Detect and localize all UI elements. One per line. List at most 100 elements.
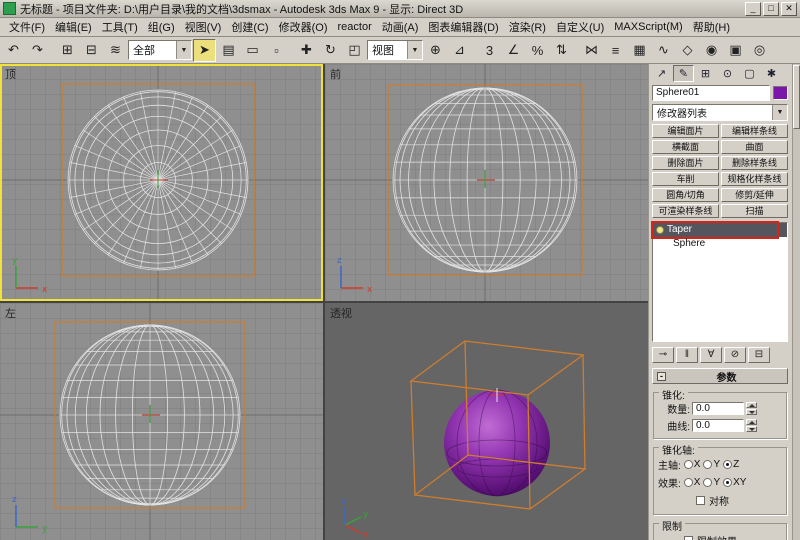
- spinner-snap-icon[interactable]: ⇅: [550, 38, 573, 62]
- radio-effect-y[interactable]: Y: [703, 477, 720, 488]
- radio-effect-x[interactable]: X: [683, 477, 700, 488]
- use-center-icon[interactable]: ⊕: [424, 38, 447, 62]
- select-scale-icon[interactable]: ◰: [343, 38, 366, 62]
- select-manipulate-icon[interactable]: ⊿: [448, 38, 471, 62]
- modifier-button-sweep[interactable]: 扫描: [721, 204, 788, 218]
- parameters-rollout-header[interactable]: - 参数: [652, 368, 788, 384]
- menu-group[interactable]: 组(G): [143, 18, 180, 36]
- modifier-button-lathe[interactable]: 车削: [652, 172, 719, 186]
- select-by-name-icon[interactable]: ▤: [217, 38, 240, 62]
- viewport-top-label[interactable]: 顶: [5, 66, 16, 82]
- menu-help[interactable]: 帮助(H): [688, 18, 735, 36]
- undo-icon[interactable]: ↶: [2, 38, 25, 62]
- modifier-button-renderable-spline[interactable]: 可渲染样条线: [652, 204, 719, 218]
- select-move-icon[interactable]: ✚: [295, 38, 318, 62]
- stack-item-sphere[interactable]: Sphere: [653, 237, 787, 251]
- chevron-down-icon[interactable]: ▼: [772, 105, 787, 120]
- amount-spinner[interactable]: [746, 402, 757, 415]
- chevron-down-icon[interactable]: ▼: [176, 41, 191, 60]
- pin-stack-icon[interactable]: ⊸: [652, 347, 674, 363]
- tab-display-icon[interactable]: ▢: [739, 65, 760, 82]
- tab-create-icon[interactable]: ↗: [651, 65, 672, 82]
- collapse-icon[interactable]: -: [657, 371, 666, 381]
- maximize-button[interactable]: □: [763, 1, 779, 16]
- viewport-left-label[interactable]: 左: [5, 305, 16, 321]
- viewport-top[interactable]: 顶 x y: [0, 64, 323, 301]
- configure-stack-icon[interactable]: ⊟: [748, 347, 770, 363]
- reference-coordinate-combo[interactable]: 视图 ▼: [367, 40, 423, 61]
- remove-modifier-icon[interactable]: ⊘: [724, 347, 746, 363]
- viewport-front-label[interactable]: 前: [330, 66, 341, 82]
- menu-edit[interactable]: 编辑(E): [50, 18, 97, 36]
- modifier-stack[interactable]: Taper Sphere: [651, 221, 788, 342]
- modifier-button-cross-section[interactable]: 横截面: [652, 140, 719, 154]
- stack-item-taper[interactable]: Taper: [651, 221, 787, 239]
- quick-render-icon[interactable]: ◎: [748, 38, 771, 62]
- schematic-view-icon[interactable]: ◇: [676, 38, 699, 62]
- tab-motion-icon[interactable]: ⊙: [717, 65, 738, 82]
- modifier-button-fillet-chamfer[interactable]: 圆角/切角: [652, 188, 719, 202]
- snap-toggle-icon[interactable]: 3: [478, 38, 501, 62]
- left-viewport-canvas[interactable]: y z: [0, 303, 323, 540]
- align-icon[interactable]: ≡: [604, 38, 627, 62]
- menu-tools[interactable]: 工具(T): [97, 18, 143, 36]
- menu-customize[interactable]: 自定义(U): [551, 18, 609, 36]
- unlink-selection-icon[interactable]: ⊟: [80, 38, 103, 62]
- bind-to-space-warp-icon[interactable]: ≋: [104, 38, 127, 62]
- selection-filter-combo[interactable]: 全部 ▼: [128, 40, 192, 61]
- mirror-icon[interactable]: ⋈: [580, 38, 603, 62]
- object-name-field[interactable]: Sphere01: [652, 85, 770, 101]
- modifier-list-dropdown[interactable]: 修改器列表 ▼: [652, 104, 788, 121]
- chevron-down-icon[interactable]: ▼: [407, 41, 422, 60]
- curve-field[interactable]: 0.0: [692, 419, 744, 432]
- modifier-button-normalize-spline[interactable]: 规格化样条线: [721, 172, 788, 186]
- modifier-button-edit-spline[interactable]: 编辑样条线: [721, 124, 788, 138]
- tab-modify-icon[interactable]: ✎: [673, 65, 694, 82]
- limit-effect-checkbox[interactable]: [684, 536, 693, 540]
- top-viewport-canvas[interactable]: x y: [0, 64, 323, 301]
- menu-animation[interactable]: 动画(A): [377, 18, 424, 36]
- tab-utilities-icon[interactable]: ✱: [761, 65, 782, 82]
- symmetry-checkbox[interactable]: [696, 496, 705, 505]
- radio-primary-x[interactable]: X: [683, 459, 700, 470]
- panel-scrollbar-thumb[interactable]: [793, 65, 800, 129]
- rect-region-icon[interactable]: ▭: [241, 38, 264, 62]
- curve-spinner[interactable]: [746, 419, 757, 432]
- lightbulb-icon[interactable]: [656, 226, 664, 234]
- radio-primary-z[interactable]: Z: [723, 459, 739, 470]
- percent-snap-icon[interactable]: %: [526, 38, 549, 62]
- select-rotate-icon[interactable]: ↻: [319, 38, 342, 62]
- select-object-button[interactable]: ➤: [193, 38, 216, 62]
- layer-manager-icon[interactable]: ▦: [628, 38, 651, 62]
- object-color-swatch[interactable]: [773, 86, 788, 100]
- menu-maxscript[interactable]: MAXScript(M): [609, 20, 687, 34]
- modifier-button-surface[interactable]: 曲面: [721, 140, 788, 154]
- menu-reactor[interactable]: reactor: [333, 20, 377, 34]
- radio-primary-y[interactable]: Y: [703, 459, 720, 470]
- window-crossing-icon[interactable]: ▫: [265, 38, 288, 62]
- tab-hierarchy-icon[interactable]: ⊞: [695, 65, 716, 82]
- curve-editor-icon[interactable]: ∿: [652, 38, 675, 62]
- perspective-viewport-canvas[interactable]: x y z: [325, 303, 648, 540]
- menu-file[interactable]: 文件(F): [4, 18, 50, 36]
- menu-modifiers[interactable]: 修改器(O): [274, 18, 333, 36]
- modifier-button-trim-extend[interactable]: 修剪/延伸: [721, 188, 788, 202]
- radio-effect-xy[interactable]: XY: [723, 477, 746, 488]
- modifier-button-delete-spline[interactable]: 删除样条线: [721, 156, 788, 170]
- menu-graph-editors[interactable]: 图表编辑器(D): [423, 18, 503, 36]
- modifier-button-delete-patch[interactable]: 删除面片: [652, 156, 719, 170]
- material-editor-icon[interactable]: ◉: [700, 38, 723, 62]
- redo-icon[interactable]: ↷: [26, 38, 49, 62]
- panel-scrollbar[interactable]: [792, 64, 800, 540]
- show-end-result-icon[interactable]: ‖: [676, 347, 698, 363]
- select-and-link-icon[interactable]: ⊞: [56, 38, 79, 62]
- viewport-front[interactable]: 前 x z: [325, 64, 648, 301]
- front-viewport-canvas[interactable]: x z: [325, 64, 648, 301]
- viewport-perspective[interactable]: 透视 x y z: [325, 303, 648, 540]
- close-button[interactable]: ✕: [781, 1, 797, 16]
- angle-snap-icon[interactable]: ∠: [502, 38, 525, 62]
- minimize-button[interactable]: _: [745, 1, 761, 16]
- menu-create[interactable]: 创建(C): [226, 18, 273, 36]
- render-setup-icon[interactable]: ▣: [724, 38, 747, 62]
- amount-field[interactable]: 0.0: [692, 402, 744, 415]
